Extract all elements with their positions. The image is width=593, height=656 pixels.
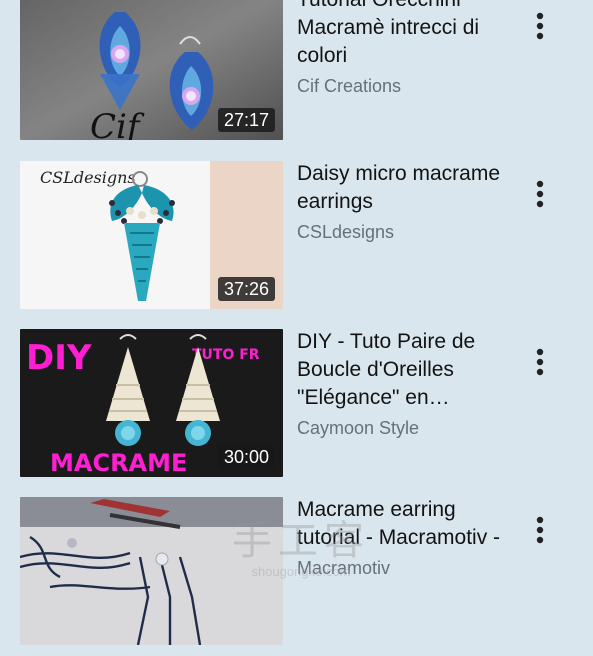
- video-thumbnail[interactable]: Cif 27:17: [20, 0, 283, 140]
- more-options-button[interactable]: [524, 344, 556, 380]
- video-duration: 37:26: [217, 277, 275, 301]
- more-options-button[interactable]: [524, 176, 556, 212]
- video-thumbnail[interactable]: CSLdesigns 37:26: [20, 161, 283, 309]
- video-channel[interactable]: CSLdesigns: [297, 220, 519, 244]
- thumbnail-signature-text: Cif: [90, 107, 145, 140]
- video-item[interactable]: Cif 27:17 Tutorial Orecchini Macramè int…: [0, 0, 593, 160]
- video-title[interactable]: Daisy micro macrame earrings: [297, 160, 519, 216]
- thumbnail-image-macrame-cords: [20, 497, 283, 645]
- thumbnail-channel-text: CSLdesigns: [40, 168, 136, 187]
- video-title[interactable]: DIY - Tuto Paire de Boucle d'Oreilles "E…: [297, 328, 519, 412]
- thumbnail-macrame-text: MACRAME: [50, 449, 187, 477]
- video-info[interactable]: Daisy micro macrame earrings CSLdesigns: [297, 160, 519, 244]
- more-vert-icon: [536, 348, 544, 376]
- video-thumbnail[interactable]: DIY TUTO FR MACRAME 30:00: [20, 329, 283, 477]
- video-duration: 30:00: [217, 445, 275, 469]
- video-thumbnail[interactable]: [20, 497, 283, 645]
- video-feed: Cif 27:17 Tutorial Orecchini Macramè int…: [0, 0, 593, 645]
- video-title[interactable]: Tutorial Orecchini Macramè intrecci di c…: [297, 0, 519, 70]
- video-title[interactable]: Macrame earring tutorial - Macramotiv -: [297, 496, 519, 552]
- video-info[interactable]: Tutorial Orecchini Macramè intrecci di c…: [297, 0, 519, 98]
- more-options-button[interactable]: [524, 8, 556, 44]
- video-item[interactable]: Macrame earring tutorial - Macramotiv - …: [0, 496, 593, 656]
- video-channel[interactable]: Macramotiv: [297, 556, 519, 580]
- more-vert-icon: [536, 12, 544, 40]
- video-duration: 27:17: [217, 108, 275, 132]
- video-info[interactable]: Macrame earring tutorial - Macramotiv - …: [297, 496, 519, 580]
- video-item[interactable]: CSLdesigns 37:26 Daisy micro macrame ear…: [0, 160, 593, 320]
- more-options-button[interactable]: [524, 512, 556, 548]
- thumbnail-diy-text: DIY: [26, 338, 92, 378]
- video-item[interactable]: DIY TUTO FR MACRAME 30:00 DIY - Tuto Pai…: [0, 328, 593, 488]
- video-channel[interactable]: Caymoon Style: [297, 416, 519, 440]
- more-vert-icon: [536, 516, 544, 544]
- more-vert-icon: [536, 180, 544, 208]
- video-channel[interactable]: Cif Creations: [297, 74, 519, 98]
- video-info[interactable]: DIY - Tuto Paire de Boucle d'Oreilles "E…: [297, 328, 519, 440]
- thumbnail-tuto-text: TUTO FR: [192, 347, 260, 363]
